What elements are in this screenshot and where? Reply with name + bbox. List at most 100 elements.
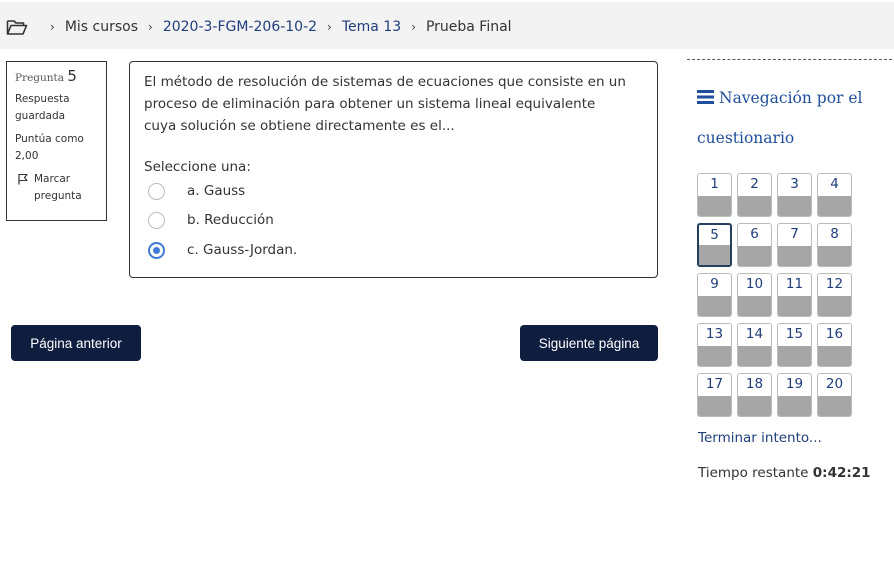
nav-question-8-button[interactable]: 8 [817, 223, 852, 267]
nav-question-state [698, 196, 731, 216]
question-number: 5 [67, 67, 77, 85]
breadcrumb-bar: › Mis cursos › 2020-3-FGM-206-10-2 › Tem… [0, 2, 894, 49]
menu-icon [697, 90, 714, 104]
nav-question-state [699, 245, 730, 265]
nav-question-number: 7 [790, 226, 799, 242]
nav-question-6-button[interactable]: 6 [737, 223, 772, 267]
answer-option-c[interactable]: c. Gauss-Jordan. [148, 239, 297, 261]
question-number-row: Pregunta 5 [15, 68, 98, 87]
answer-c-radio[interactable] [148, 241, 165, 259]
nav-question-3-button[interactable]: 3 [777, 173, 812, 217]
nav-question-number: 4 [830, 176, 839, 192]
nav-question-number: 9 [710, 276, 719, 292]
nav-question-state [818, 396, 851, 416]
nav-question-12-button[interactable]: 12 [817, 273, 852, 317]
timer-value: 0:42:21 [812, 465, 871, 481]
question-info: Pregunta 5 Respuesta guardada Puntúa com… [6, 61, 107, 221]
nav-question-state [738, 346, 771, 366]
answer-b-label[interactable]: b. Reducción [187, 209, 274, 231]
nav-question-number: 10 [745, 276, 764, 292]
nav-question-number: 3 [790, 176, 799, 192]
answer-b-radio[interactable] [148, 211, 165, 229]
next-page-button[interactable]: Siguiente página [520, 325, 658, 361]
question-grade: Puntúa como 2,00 [15, 133, 84, 162]
answer-a-radio[interactable] [148, 182, 165, 200]
nav-question-number: 20 [825, 376, 844, 392]
folder-open-icon[interactable] [6, 18, 28, 36]
nav-question-4-button[interactable]: 4 [817, 173, 852, 217]
nav-question-number: 12 [825, 276, 844, 292]
nav-question-19-button[interactable]: 19 [777, 373, 812, 417]
answer-option-a[interactable]: a. Gauss [148, 180, 245, 202]
breadcrumb-separator: › [411, 20, 416, 34]
nav-question-number: 11 [785, 276, 804, 292]
navigation-title-text: Navegación por el cuestionario [697, 89, 863, 147]
nav-question-16-button[interactable]: 16 [817, 323, 852, 367]
question-text: El método de resolución de sistemas de e… [144, 74, 626, 134]
nav-question-7-button[interactable]: 7 [777, 223, 812, 267]
nav-question-number: 1 [710, 176, 719, 192]
answer-option-b[interactable]: b. Reducción [148, 209, 274, 231]
flag-icon [18, 173, 28, 185]
nav-question-14-button[interactable]: 14 [737, 323, 772, 367]
nav-question-state [738, 246, 771, 266]
nav-question-5-button[interactable]: 5 [697, 223, 732, 267]
nav-question-state [818, 246, 851, 266]
nav-question-18-button[interactable]: 18 [737, 373, 772, 417]
nav-question-state [818, 346, 851, 366]
timer-label: Tiempo restante [698, 465, 809, 481]
nav-question-15-button[interactable]: 15 [777, 323, 812, 367]
flag-label: Marcar pregunta [34, 173, 82, 202]
breadcrumb-topic[interactable]: Tema 13 [342, 19, 401, 35]
nav-question-state [738, 296, 771, 316]
nav-question-2-button[interactable]: 2 [737, 173, 772, 217]
question-label: Pregunta [15, 72, 65, 84]
nav-question-number: 19 [785, 376, 804, 392]
nav-question-number: 17 [705, 376, 724, 392]
nav-question-state [738, 196, 771, 216]
nav-question-9-button[interactable]: 9 [697, 273, 732, 317]
nav-question-number: 16 [825, 326, 844, 342]
breadcrumb-separator: › [327, 20, 332, 34]
nav-question-20-button[interactable]: 20 [817, 373, 852, 417]
answer-prompt: Seleccione una: [144, 159, 251, 175]
nav-question-state [778, 346, 811, 366]
nav-question-state [778, 296, 811, 316]
finish-attempt-link[interactable]: Terminar intento... [698, 430, 822, 446]
nav-question-number: 5 [710, 227, 719, 243]
previous-page-button[interactable]: Página anterior [11, 325, 141, 361]
breadcrumb-separator: › [148, 20, 153, 34]
answer-c-label[interactable]: c. Gauss-Jordan. [187, 239, 297, 261]
breadcrumb-current: Prueba Final [425, 19, 512, 35]
nav-question-state [778, 246, 811, 266]
breadcrumb-my-courses[interactable]: Mis cursos [65, 19, 138, 35]
answer-a-label[interactable]: a. Gauss [187, 180, 245, 202]
nav-question-13-button[interactable]: 13 [697, 323, 732, 367]
nav-question-11-button[interactable]: 11 [777, 273, 812, 317]
breadcrumb-separator: › [50, 20, 55, 34]
nav-question-17-button[interactable]: 17 [697, 373, 732, 417]
nav-question-state [818, 296, 851, 316]
nav-question-state [698, 346, 731, 366]
nav-question-state [698, 296, 731, 316]
nav-question-state [698, 396, 731, 416]
question-state: Respuesta guardada [15, 93, 70, 122]
nav-question-state [738, 396, 771, 416]
breadcrumb: › Mis cursos › 2020-3-FGM-206-10-2 › Tem… [6, 18, 512, 36]
question-content: El método de resolución de sistemas de e… [129, 61, 658, 278]
nav-question-1-button[interactable]: 1 [697, 173, 732, 217]
nav-question-number: 6 [750, 226, 759, 242]
nav-question-number: 8 [830, 226, 839, 242]
nav-question-state [778, 196, 811, 216]
nav-question-10-button[interactable]: 10 [737, 273, 772, 317]
nav-question-number: 18 [745, 376, 764, 392]
quiz-navigation-title: Navegación por el cuestionario [697, 78, 887, 158]
nav-question-state [778, 396, 811, 416]
flag-question-button[interactable]: Marcar pregunta [15, 171, 98, 205]
nav-question-state [818, 196, 851, 216]
time-remaining: Tiempo restante 0:42:21 [698, 465, 871, 481]
nav-question-number: 14 [745, 326, 764, 342]
breadcrumb-course[interactable]: 2020-3-FGM-206-10-2 [163, 19, 317, 35]
nav-question-number: 13 [705, 326, 724, 342]
nav-question-number: 15 [785, 326, 804, 342]
